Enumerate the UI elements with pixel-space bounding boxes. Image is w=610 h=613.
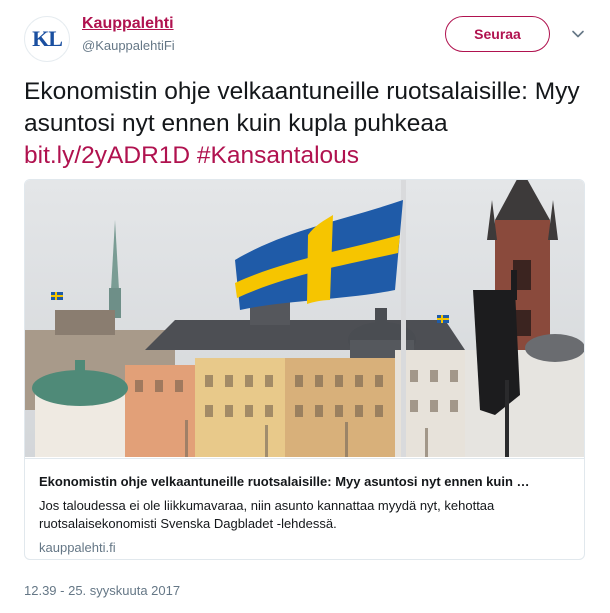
card-body: Ekonomistin ohje velkaantuneille ruotsal…: [25, 458, 584, 559]
chevron-down-icon[interactable]: [570, 26, 586, 42]
avatar[interactable]: KL: [24, 16, 70, 62]
author-info: Kauppalehti @KauppalehtiFi: [82, 14, 175, 56]
tweet-hashtag[interactable]: #Kansantalous: [197, 142, 359, 169]
tweet-header: KL Kauppalehti @KauppalehtiFi Seuraa: [24, 12, 590, 62]
tweet-link[interactable]: bit.ly/2yADR1D: [24, 142, 190, 169]
kauppalehti-logo-icon: KL: [32, 26, 63, 51]
card-description: Jos taloudessa ei ole liikkumavaraa, nii…: [39, 498, 495, 531]
author-display-name[interactable]: Kauppalehti: [82, 14, 175, 34]
tweet-text: Ekonomistin ohje velkaantuneille ruotsal…: [24, 76, 590, 172]
follow-button[interactable]: Seuraa: [445, 16, 550, 52]
link-card[interactable]: Ekonomistin ohje velkaantuneille ruotsal…: [24, 179, 585, 560]
tweet-timestamp[interactable]: 12.39 - 25. syyskuuta 2017: [24, 583, 180, 598]
tweet-body: Ekonomistin ohje velkaantuneille ruotsal…: [24, 78, 580, 137]
card-title[interactable]: Ekonomistin ohje velkaantuneille ruotsal…: [39, 473, 570, 491]
card-domain: kauppalehti.fi: [39, 540, 116, 555]
stockholm-swedish-flag-photo-icon: [25, 180, 584, 457]
author-handle[interactable]: @KauppalehtiFi: [82, 36, 175, 56]
